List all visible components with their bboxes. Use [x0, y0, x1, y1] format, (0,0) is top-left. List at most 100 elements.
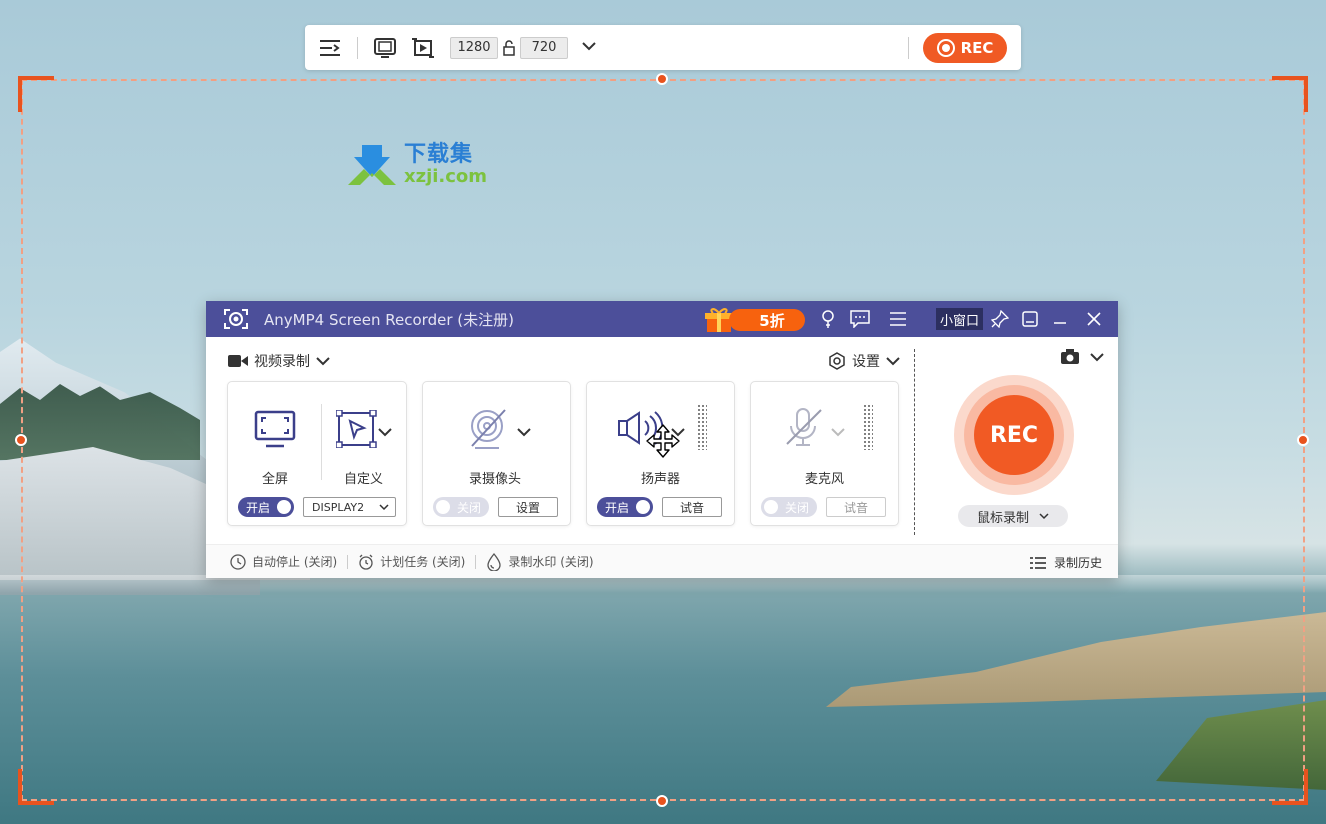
custom-region-icon — [335, 409, 377, 449]
rec-ring: REC — [964, 385, 1064, 485]
chevron-down-icon — [316, 357, 330, 366]
schedule-label: 计划任务 (关闭) — [380, 555, 466, 569]
window-title: AnyMP4 Screen Recorder (未注册) — [264, 310, 514, 329]
settings-label: 设置 — [852, 354, 880, 370]
recording-mode-label: 视频录制 — [254, 354, 310, 370]
chevron-down-icon[interactable] — [831, 427, 845, 437]
custom-region-option[interactable] — [335, 409, 378, 452]
custom-label: 自定义 — [344, 472, 384, 487]
size-preset-chevron-icon[interactable] — [582, 40, 596, 55]
auto-stop-label: 自动停止 (关闭) — [252, 555, 338, 569]
speaker-test-button[interactable]: 试音 — [662, 497, 722, 517]
list-icon — [1029, 556, 1046, 569]
webcam-settings-button[interactable]: 设置 — [498, 497, 558, 517]
footer-separator — [475, 554, 477, 569]
chevron-down-icon — [1039, 512, 1049, 519]
compact-mode-icon[interactable] — [1020, 309, 1040, 329]
screenshot-dropdown[interactable] — [1060, 349, 1104, 365]
resize-handle-top[interactable] — [656, 73, 668, 85]
microphone-card: 麦克风 关闭 试音 — [750, 381, 899, 526]
gear-icon — [829, 352, 845, 370]
clock-icon — [230, 553, 246, 570]
speaker-level-meter — [697, 404, 707, 450]
video-camera-icon — [228, 355, 248, 367]
discount-badge: 5折 — [729, 309, 805, 331]
window-region-icon[interactable] — [412, 37, 434, 59]
close-icon[interactable] — [1084, 309, 1104, 329]
watermark-label: 录制水印 (关闭) — [508, 555, 594, 569]
microphone-toggle[interactable]: 关闭 — [761, 497, 817, 517]
minimize-icon[interactable] — [1050, 309, 1070, 329]
chevron-down-icon — [886, 357, 900, 366]
fullscreen-label: 全屏 — [262, 472, 289, 487]
height-input[interactable]: 720 — [520, 36, 568, 59]
move-cursor-icon — [646, 424, 680, 458]
speaker-label: 扬声器 — [641, 472, 681, 487]
microphone-test-button[interactable]: 试音 — [826, 497, 886, 517]
record-history-label: 录制历史 — [1053, 556, 1102, 570]
region-corner-top-right[interactable] — [1272, 76, 1308, 112]
display-select-value: DISPLAY2 — [312, 500, 365, 514]
title-bar[interactable]: AnyMP4 Screen Recorder (未注册) 5折 小窗口 — [206, 301, 1118, 337]
status-footer: 自动停止 (关闭) 计划任务 (关闭) 录制水印 (关闭) 录制历史 — [206, 544, 1118, 578]
resize-handle-left[interactable] — [15, 434, 27, 446]
schedule-item[interactable]: 计划任务 (关闭) — [358, 553, 465, 570]
collapse-panel-icon[interactable] — [319, 37, 341, 59]
microphone-label: 麦克风 — [805, 472, 845, 487]
display-select[interactable]: DISPLAY2 — [303, 497, 396, 517]
region-corner-bottom-right[interactable] — [1272, 769, 1308, 805]
toolbar-rec-label: REC — [960, 38, 994, 57]
mini-window-button[interactable]: 小窗口 — [936, 308, 984, 330]
speaker-toggle[interactable]: 开启 — [597, 497, 653, 517]
aspect-lock-icon[interactable] — [498, 39, 520, 56]
watermark-item[interactable]: 录制水印 (关闭) — [486, 552, 594, 571]
webcam-toggle[interactable]: 关闭 — [433, 497, 489, 517]
resize-handle-right[interactable] — [1297, 434, 1309, 446]
microphone-level-meter — [863, 404, 873, 450]
chevron-down-icon — [379, 503, 389, 510]
pin-icon[interactable] — [990, 309, 1010, 329]
menu-icon[interactable] — [888, 309, 908, 329]
webcam-label: 录摄像头 — [469, 472, 522, 487]
toolbar-rec-button[interactable]: REC — [923, 32, 1007, 63]
display-toggle[interactable]: 开启 — [238, 497, 294, 517]
webcam-off-icon[interactable] — [467, 408, 509, 450]
toolbar-separator — [908, 36, 909, 59]
resize-handle-bottom[interactable] — [656, 795, 668, 807]
camera-snapshot-icon — [1061, 349, 1079, 364]
speaker-toggle-label: 开启 — [605, 500, 630, 515]
card-divider — [321, 404, 322, 480]
settings-dropdown[interactable]: 设置 — [828, 351, 900, 371]
webcam-card: 录摄像头 关闭 设置 — [422, 381, 571, 526]
mouse-record-label: 鼠标录制 — [976, 510, 1029, 526]
fullscreen-option[interactable] — [254, 410, 296, 452]
auto-stop-item[interactable]: 自动停止 (关闭) — [230, 553, 337, 570]
main-rec-button[interactable]: REC — [954, 375, 1074, 495]
webcam-toggle-label: 关闭 — [457, 500, 482, 515]
chevron-down-icon[interactable] — [378, 427, 392, 437]
width-input[interactable]: 1280 — [450, 36, 498, 59]
display-card: 全屏 自定义 开启 DISPLAY2 — [227, 381, 407, 526]
feedback-chat-icon[interactable] — [850, 309, 870, 329]
water-drop-icon — [487, 552, 502, 571]
region-corner-top-left[interactable] — [18, 76, 54, 112]
recording-mode-dropdown[interactable]: 视频录制 — [228, 351, 330, 371]
region-corner-bottom-left[interactable] — [18, 769, 54, 805]
alarm-clock-icon — [359, 554, 373, 570]
record-dot-icon — [936, 38, 955, 57]
microphone-toggle-label: 关闭 — [785, 500, 810, 515]
panel-divider — [914, 349, 915, 535]
chevron-down-icon[interactable] — [517, 427, 531, 437]
mouse-record-dropdown[interactable]: 鼠标录制 — [958, 505, 1068, 527]
record-history-button[interactable]: 录制历史 — [1029, 554, 1102, 571]
display-toggle-label: 开启 — [246, 500, 271, 515]
fullscreen-region-icon[interactable] — [374, 37, 396, 59]
region-toolbar: 1280 720 REC — [305, 25, 1021, 70]
toolbar-separator — [357, 36, 358, 59]
microphone-off-icon[interactable] — [783, 406, 825, 448]
rec-label: REC — [974, 395, 1054, 475]
footer-separator — [347, 554, 349, 569]
hint-bulb-icon[interactable] — [818, 309, 838, 329]
app-logo-icon — [222, 308, 250, 330]
promo-banner[interactable]: 5折 — [703, 306, 805, 334]
